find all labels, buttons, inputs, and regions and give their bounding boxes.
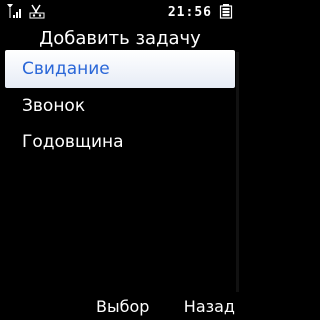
page-title: Добавить задачу [39,28,201,49]
battery-icon [218,3,234,23]
softkey-bar: Выбор Назад [0,294,240,320]
status-left-icons [6,4,46,22]
voicemail-icon [28,3,46,23]
signal-icon [6,3,22,23]
select-softkey[interactable]: Выбор [96,294,149,320]
list-item-anniversary[interactable]: Годовщина [0,124,240,160]
status-bar: 21:56 [0,0,240,26]
list-item-date[interactable]: Свидание [5,50,235,88]
scrollbar [236,52,239,292]
back-softkey[interactable]: Назад [184,294,235,320]
status-right: 21:56 [168,4,234,22]
list-item-label: Звонок [22,96,86,116]
list-item-call[interactable]: Звонок [0,88,240,124]
clock: 21:56 [167,5,212,20]
list-item-label: Годовщина [22,132,124,152]
list-item-label: Свидание [22,59,110,79]
task-type-list: Свидание Звонок Годовщина [0,50,240,160]
